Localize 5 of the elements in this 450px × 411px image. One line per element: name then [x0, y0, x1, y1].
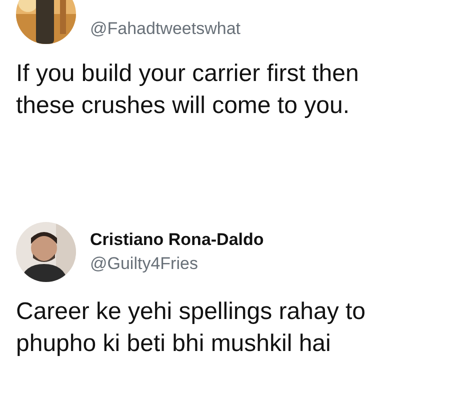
- user-handle: @Guilty4Fries: [90, 254, 199, 274]
- user-name: Cristiano Rona-Daldo: [90, 230, 264, 250]
- tweet-text: If you build your carrier first then these crushes will come to you.: [16, 59, 360, 121]
- user-handle: @Fahadtweetswhat: [90, 19, 241, 39]
- tweet-text: Career ke yehi spellings rahay to phupho ki beti bhi mushkil hai: [16, 297, 367, 359]
